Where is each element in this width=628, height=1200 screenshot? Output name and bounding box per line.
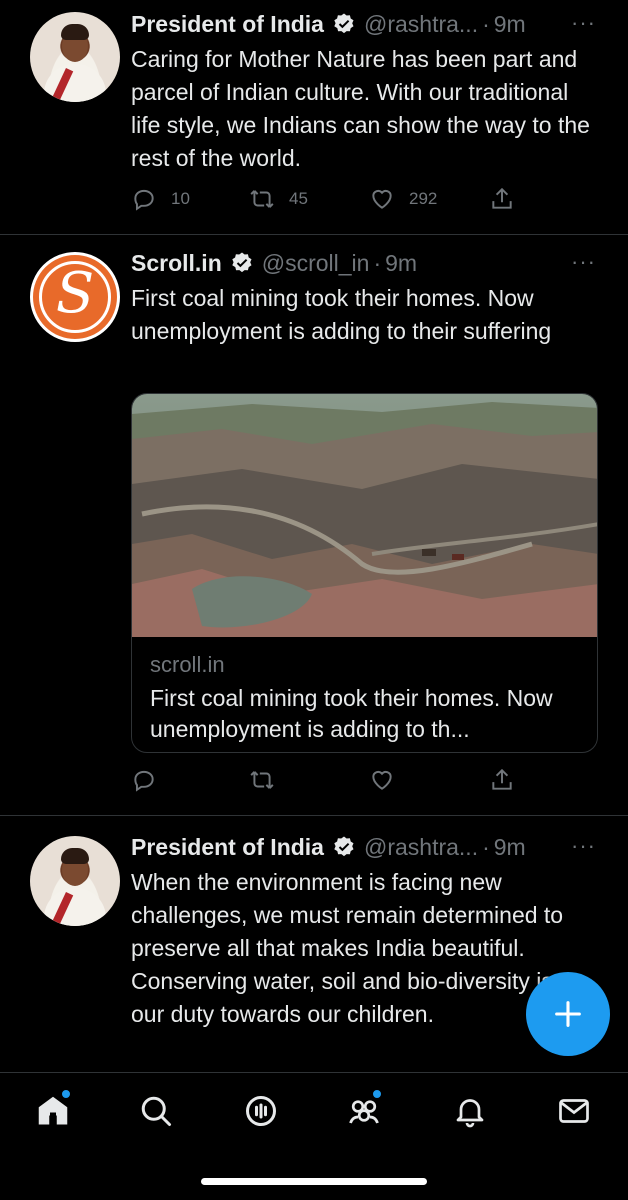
retweet-button[interactable]: 45	[249, 186, 308, 212]
like-count: 292	[409, 189, 438, 208]
reply-count: 10	[171, 189, 190, 208]
heart-icon	[372, 189, 392, 209]
timestamp[interactable]: 9m	[494, 834, 526, 861]
tweet-text: When the environment is facing new chall…	[131, 869, 564, 1027]
verified-badge-icon	[334, 836, 354, 857]
timestamp[interactable]: 9m	[494, 11, 526, 38]
avatar[interactable]: S	[30, 252, 120, 342]
tweet-actions: 10 45 292	[131, 186, 531, 216]
card-image	[132, 394, 597, 637]
spaces-icon	[246, 1096, 276, 1126]
share-icon	[492, 768, 512, 790]
like-button[interactable]: 292	[369, 186, 437, 212]
share-button[interactable]	[489, 186, 515, 212]
tab-notifications[interactable]	[452, 1093, 492, 1133]
timeline-feed: President of India @rashtra... · 9m ··· …	[0, 0, 628, 1072]
tab-spaces[interactable]	[243, 1093, 283, 1133]
reply-icon	[134, 770, 154, 792]
retweet-button[interactable]	[249, 767, 275, 793]
notification-dot	[372, 1089, 382, 1099]
reply-button[interactable]	[131, 767, 157, 793]
avatar[interactable]	[30, 12, 120, 102]
share-icon	[492, 187, 512, 209]
more-options-icon[interactable]: ···	[571, 833, 596, 859]
author-name[interactable]: President of India	[131, 834, 324, 861]
heart-icon	[372, 770, 392, 790]
tweet-text: Caring for Mother Nature has been part a…	[131, 46, 590, 171]
compose-tweet-button[interactable]	[526, 972, 610, 1056]
tab-messages[interactable]	[556, 1093, 596, 1133]
messages-icon	[559, 1099, 589, 1123]
scroll-logo: S	[55, 261, 95, 326]
author-name[interactable]: Scroll.in	[131, 250, 222, 277]
tab-communities[interactable]	[346, 1089, 386, 1133]
avatar[interactable]	[30, 836, 120, 926]
author-name[interactable]: President of India	[131, 11, 324, 38]
verified-badge-icon	[334, 13, 354, 34]
link-card[interactable]: scroll.in First coal mining took their h…	[131, 393, 598, 753]
separator: ·	[373, 249, 382, 276]
card-title: First coal mining took their homes. Now …	[150, 685, 553, 742]
more-options-icon[interactable]: ···	[571, 10, 596, 36]
reply-icon	[134, 189, 154, 211]
search-icon	[141, 1096, 171, 1126]
author-handle[interactable]: @rashtra...	[364, 11, 478, 38]
timestamp[interactable]: 9m	[385, 250, 417, 277]
retweet-icon	[250, 771, 274, 789]
author-handle[interactable]: @scroll_in	[262, 250, 370, 277]
retweet-icon	[250, 190, 274, 208]
notifications-icon	[456, 1099, 484, 1128]
author-handle[interactable]: @rashtra...	[364, 834, 478, 861]
tab-home[interactable]	[35, 1089, 75, 1133]
share-button[interactable]	[489, 767, 515, 793]
separator: ·	[482, 10, 490, 37]
tweet[interactable]: President of India @rashtra... · 9m ··· …	[0, 0, 628, 234]
verified-badge-icon	[232, 252, 252, 273]
separator: ·	[482, 833, 490, 860]
like-button[interactable]	[369, 767, 395, 793]
plus-icon	[555, 1001, 581, 1027]
reply-button[interactable]: 10	[131, 186, 190, 212]
tweet[interactable]: S Scroll.in @scroll_in · 9m ··· First co…	[0, 235, 628, 815]
tweet-text: First coal mining took their homes. Now …	[131, 285, 552, 344]
tab-search[interactable]	[138, 1093, 178, 1133]
card-domain: scroll.in	[150, 652, 225, 677]
retweet-count: 45	[289, 189, 308, 208]
tweet-actions	[131, 767, 531, 797]
home-indicator[interactable]	[201, 1178, 427, 1185]
notification-dot	[61, 1089, 71, 1099]
more-options-icon[interactable]: ···	[571, 249, 596, 275]
